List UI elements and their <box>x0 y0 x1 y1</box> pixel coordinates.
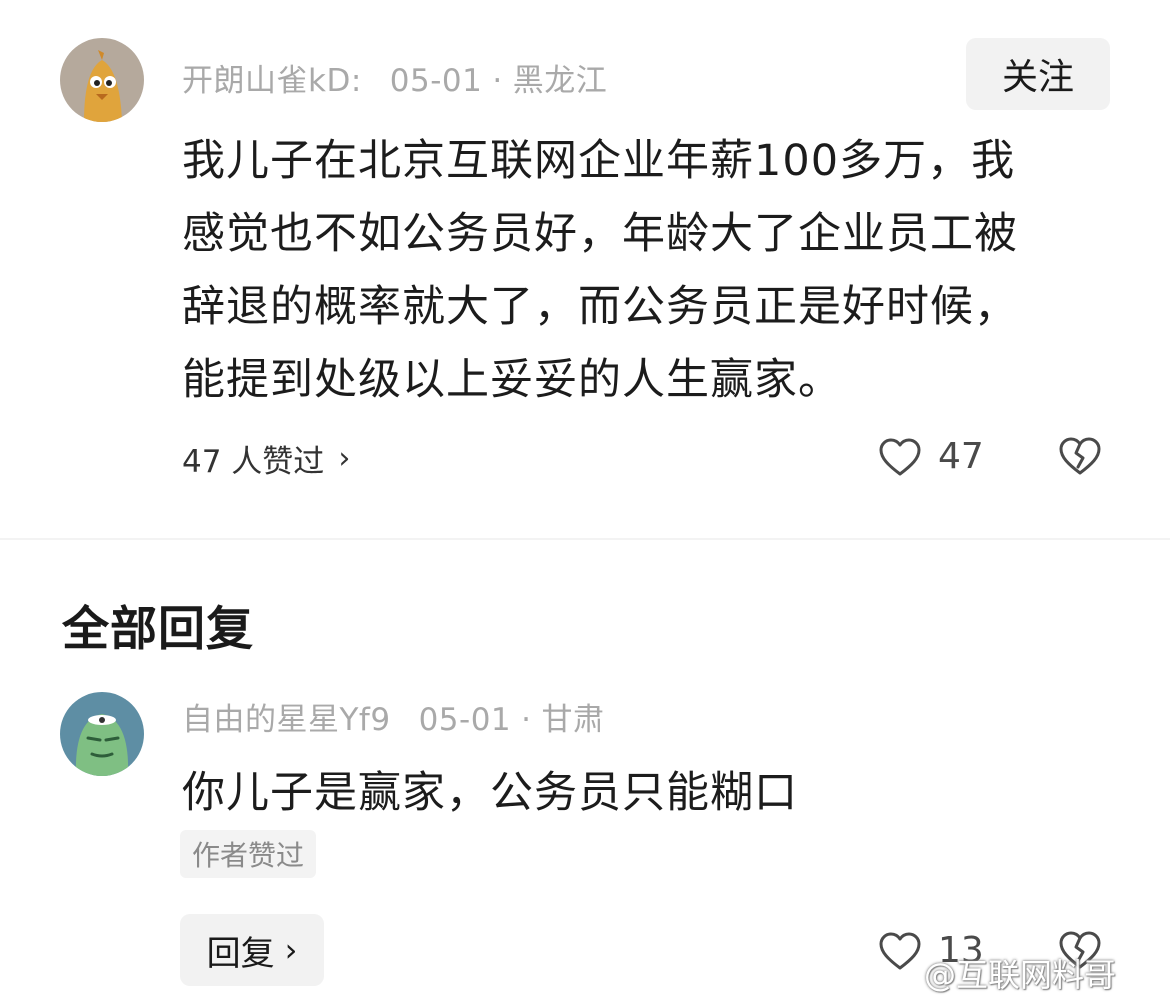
reply-location: 甘肃 <box>541 702 605 738</box>
reply-button[interactable]: 回复 › <box>180 914 324 986</box>
meta-separator: · <box>521 702 532 738</box>
reply-meta: 自由的星星Yf9 05-01 · 甘肃 <box>182 694 605 739</box>
post-text-line: 辞退的概率就大了，而公务员正是好时候， <box>182 282 1018 332</box>
heart-outline-icon <box>879 438 921 475</box>
reply-content: 你儿子是赢家，公务员只能糊口 <box>182 768 798 818</box>
post-date: 05-01 <box>389 63 483 99</box>
reply-button-label: 回复 <box>206 933 275 974</box>
post-author-name[interactable]: 开朗山雀kD: <box>182 63 362 99</box>
post-text-line: 能提到处级以上妥妥的人生赢家。 <box>182 355 842 405</box>
chevron-right-icon: › <box>338 441 351 476</box>
avatar[interactable] <box>60 692 144 776</box>
post-meta: 开朗山雀kD: 05-01 · 黑龙江 <box>182 55 607 100</box>
post-location: 黑龙江 <box>512 63 608 99</box>
author-liked-badge: 作者赞过 <box>180 830 317 878</box>
cartoon-bird-avatar-icon <box>60 38 144 122</box>
replies-section-title: 全部回复 <box>62 602 254 657</box>
cartoon-dinosaur-avatar-icon <box>60 692 144 776</box>
reply-date: 05-01 <box>418 702 512 738</box>
meta-separator: · <box>492 63 503 99</box>
likers-link[interactable]: 47 人赞过 › <box>182 436 350 481</box>
post-like-button[interactable]: 47 <box>878 436 984 477</box>
broken-heart-icon <box>1059 437 1101 475</box>
likers-label: 47 人赞过 <box>182 444 325 480</box>
avatar[interactable] <box>60 38 144 122</box>
post-dislike-button[interactable] <box>1058 436 1102 480</box>
watermark: @互联网料哥 <box>924 956 1117 994</box>
chevron-right-icon: › <box>284 931 298 969</box>
follow-button[interactable]: 关注 <box>966 38 1110 110</box>
post-text-line: 感觉也不如公务员好，年龄大了企业员工被 <box>182 209 1018 259</box>
section-divider <box>0 538 1170 540</box>
heart-outline-icon <box>879 932 921 969</box>
reply-author-name[interactable]: 自由的星星Yf9 <box>182 702 391 738</box>
post-text-line: 我儿子在北京互联网企业年薪100多万，我 <box>182 136 1016 186</box>
post-like-count: 47 <box>938 436 984 477</box>
post-content: 我儿子在北京互联网企业年薪100多万，我 感觉也不如公务员好，年龄大了企业员工被… <box>182 125 1102 417</box>
